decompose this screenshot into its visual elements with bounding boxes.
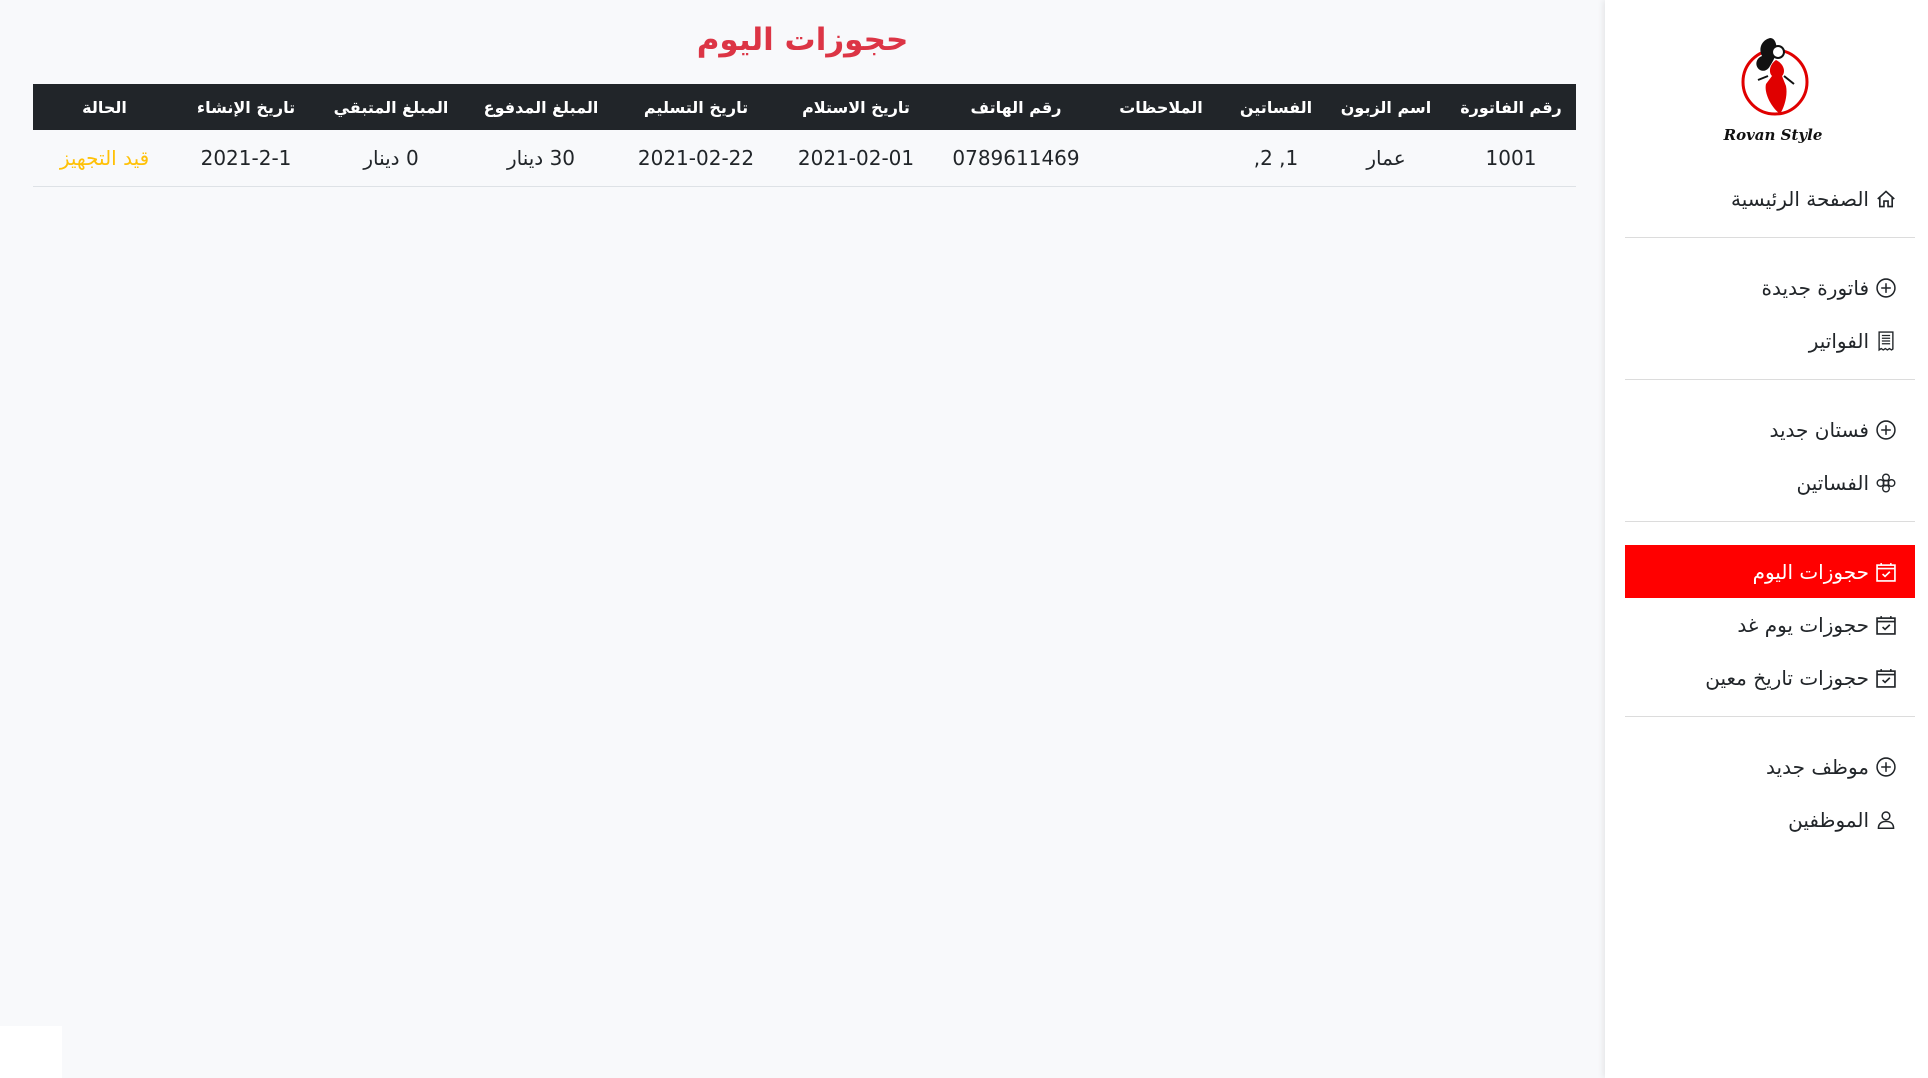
sidebar-item-label: الصفحة الرئيسية xyxy=(1731,186,1869,211)
sidebar-item-label: حجوزات تاريخ معين xyxy=(1705,665,1869,690)
column-header-delivery-date[interactable]: تاريخ التسليم xyxy=(616,84,776,130)
table-header-row: رقم الفاتورة اسم الزبون الفساتين الملاحظ… xyxy=(33,84,1576,130)
receipt-icon xyxy=(1875,330,1897,352)
cell-dresses: 1, 2, xyxy=(1226,130,1326,187)
cell-delivery-date: 2021-02-22 xyxy=(616,130,776,187)
cell-invoice-number: 1001 xyxy=(1446,130,1576,187)
sidebar-item-dresses[interactable]: الفساتين xyxy=(1625,456,1915,509)
column-header-created-date[interactable]: تاريخ الإنشاء xyxy=(176,84,316,130)
calendar-check-icon xyxy=(1875,667,1897,689)
sidebar-item-new-dress[interactable]: فستان جديد xyxy=(1625,403,1915,456)
home-icon xyxy=(1875,188,1897,210)
sidebar-item-label: حجوزات يوم غد xyxy=(1737,612,1869,637)
sidebar-item-today-bookings[interactable]: حجوزات اليوم xyxy=(1625,545,1915,598)
divider xyxy=(1625,521,1915,522)
sidebar-nav: الصفحة الرئيسية فاتورة جديدة الفواتير فس… xyxy=(1625,172,1915,846)
bookings-table: رقم الفاتورة اسم الزبون الفساتين الملاحظ… xyxy=(33,84,1576,187)
person-icon xyxy=(1875,809,1897,831)
column-header-dresses[interactable]: الفساتين xyxy=(1226,84,1326,130)
cell-remaining-amount: 0 دينار xyxy=(316,130,466,187)
sidebar-item-label: الموظفين xyxy=(1788,807,1869,832)
sidebar-item-invoices[interactable]: الفواتير xyxy=(1625,314,1915,367)
cell-customer-name: عمار xyxy=(1326,130,1446,187)
dress-logo-icon: Rovan Style xyxy=(1723,38,1823,144)
sidebar-item-new-invoice[interactable]: فاتورة جديدة xyxy=(1625,261,1915,314)
sidebar-item-label: موظف جديد xyxy=(1766,754,1869,779)
sidebar: Rovan Style الصفحة الرئيسية فاتورة جديدة… xyxy=(1605,0,1928,1078)
cell-pickup-date: 2021-02-01 xyxy=(776,130,936,187)
logo-text: Rovan Style xyxy=(1723,126,1823,144)
brand-logo[interactable]: Rovan Style xyxy=(1718,30,1828,150)
column-header-invoice-number[interactable]: رقم الفاتورة xyxy=(1446,84,1576,130)
flower-icon xyxy=(1875,472,1897,494)
column-header-customer-name[interactable]: اسم الزبون xyxy=(1326,84,1446,130)
corner-panel xyxy=(0,1026,62,1078)
sidebar-item-label: الفواتير xyxy=(1808,328,1869,353)
status-badge: قيد التجهيز xyxy=(33,130,176,187)
column-header-pickup-date[interactable]: تاريخ الاستلام xyxy=(776,84,936,130)
sidebar-item-new-employee[interactable]: موظف جديد xyxy=(1625,740,1915,793)
sidebar-item-label: حجوزات اليوم xyxy=(1752,559,1869,584)
calendar-check-icon xyxy=(1875,561,1897,583)
sidebar-item-employees[interactable]: الموظفين xyxy=(1625,793,1915,846)
cell-notes xyxy=(1096,130,1226,187)
column-header-paid-amount[interactable]: المبلغ المدفوع xyxy=(466,84,616,130)
sidebar-item-label: فاتورة جديدة xyxy=(1761,275,1869,300)
sidebar-item-label: الفساتين xyxy=(1796,470,1869,495)
column-header-status[interactable]: الحالة xyxy=(33,84,176,130)
table-row[interactable]: 1001 عمار 1, 2, 0789611469 2021-02-01 20… xyxy=(33,130,1576,187)
sidebar-item-label: فستان جديد xyxy=(1769,417,1869,442)
plus-circle-icon xyxy=(1875,756,1897,778)
column-header-phone[interactable]: رقم الهاتف xyxy=(936,84,1096,130)
column-header-remaining-amount[interactable]: المبلغ المتبقي xyxy=(316,84,466,130)
page-title: حجوزات اليوم xyxy=(696,22,909,58)
calendar-check-icon xyxy=(1875,614,1897,636)
plus-circle-icon xyxy=(1875,419,1897,441)
divider xyxy=(1625,237,1915,238)
divider xyxy=(1625,716,1915,717)
cell-created-date: 2021-2-1 xyxy=(176,130,316,187)
sidebar-item-tomorrow-bookings[interactable]: حجوزات يوم غد xyxy=(1625,598,1915,651)
sidebar-item-date-bookings[interactable]: حجوزات تاريخ معين xyxy=(1625,651,1915,704)
cell-paid-amount: 30 دينار xyxy=(466,130,616,187)
plus-circle-icon xyxy=(1875,277,1897,299)
sidebar-item-home[interactable]: الصفحة الرئيسية xyxy=(1625,172,1915,225)
main-content: حجوزات اليوم رقم الفاتورة اسم الزبون الف… xyxy=(0,0,1605,1078)
column-header-notes[interactable]: الملاحظات xyxy=(1096,84,1226,130)
divider xyxy=(1625,379,1915,380)
cell-phone: 0789611469 xyxy=(936,130,1096,187)
